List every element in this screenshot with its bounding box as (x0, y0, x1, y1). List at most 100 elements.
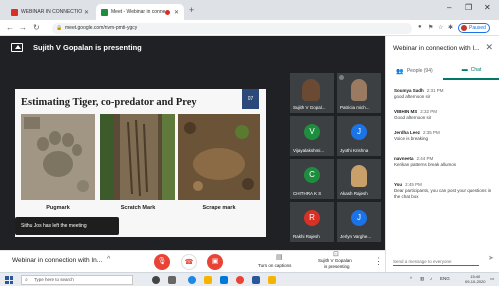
forward-icon[interactable]: → (19, 23, 27, 32)
participant-tile[interactable]: C CHITHRA K S (290, 159, 334, 199)
chrome-icon[interactable] (236, 276, 244, 284)
chevron-up-icon[interactable]: ^ (107, 256, 110, 263)
windows-taskbar: ⌕ Type here to search ^ ▥ ♪ ENG 15:40 09… (0, 272, 499, 286)
address-bar-row: ← → ↻ 🔒 meet.google.com/nvm-pmti-ygcy ● … (0, 20, 499, 36)
volume-icon[interactable]: ♪ (430, 276, 432, 281)
taskbar-search-input[interactable]: ⌕ Type here to search (21, 275, 133, 285)
meeting-stage: Sujith V Gopalan is presenting Estimatin… (0, 36, 385, 250)
presenting-label-line1[interactable]: Sujith V Gopalan (318, 258, 352, 263)
presenting-label-line2[interactable]: is presenting (324, 264, 350, 269)
close-icon[interactable]: ✕ (84, 9, 89, 16)
reload-icon[interactable]: ↻ (33, 23, 40, 32)
captions-button[interactable]: Turn on captions (258, 263, 291, 268)
send-icon[interactable]: ➤ (488, 254, 494, 262)
folder-icon[interactable] (268, 276, 276, 284)
url-text: meet.google.com/nvm-pmti-ygcy (65, 25, 138, 31)
browser-tab-bar: WEBINAR IN CONNECTION WIT ✕ Meet - Webin… (0, 0, 499, 20)
chat-message: Soumya Sadh 2:31 PM good afternoon sir (394, 88, 498, 100)
leave-call-button[interactable]: ☎ (181, 254, 197, 270)
store-icon[interactable] (220, 276, 228, 284)
tab-label: Meet - Webinar in connecti (111, 9, 165, 15)
participant-avatar: J (351, 210, 367, 226)
taskbar-clock[interactable]: 15:40 09-10-2020 (465, 274, 485, 284)
participant-tile[interactable]: Akash Rajesh (337, 159, 381, 199)
participant-name: Akash Rajesh (340, 191, 368, 196)
phone-hangup-icon: ☎ (184, 259, 194, 266)
camera-toggle-button[interactable]: ▣ (207, 254, 223, 270)
message-sender: navneeta (394, 156, 414, 161)
translate-icon[interactable]: ⚑ (428, 24, 433, 31)
caption-pugmark: Pugmark (46, 205, 70, 211)
chat-message: navneeta 2:44 PM Kerikan patterns break a… (394, 156, 498, 168)
participant-name: Jerlyn Varghe... (340, 234, 372, 239)
tab-chat-label: Chat (470, 67, 482, 73)
meeting-title[interactable]: Webinar in connection with In... (12, 257, 102, 264)
language-indicator[interactable]: ENG (440, 276, 450, 281)
restore-button[interactable]: ❐ (465, 3, 472, 12)
message-time: 2:44 PM (416, 156, 434, 161)
screen: WEBINAR IN CONNECTION WIT ✕ Meet - Webin… (0, 0, 499, 286)
edge-icon[interactable] (188, 276, 196, 284)
clock-date: 09-10-2020 (465, 279, 486, 284)
presenting-text: Sujith V Gopalan is presenting (33, 42, 142, 52)
back-icon[interactable]: ← (6, 23, 14, 32)
participant-video (351, 165, 367, 187)
extensions-icon[interactable]: ✱ (448, 24, 453, 31)
message-sender: You (394, 182, 403, 187)
window-close-button[interactable]: ✕ (484, 3, 491, 12)
caption-scratch-mark: Scratch Mark (120, 205, 156, 211)
message-time: 2:32 PM (420, 109, 438, 114)
tab-chat[interactable]: ▬ Chat (443, 62, 499, 80)
url-field[interactable]: 🔒 meet.google.com/nvm-pmti-ygcy (52, 23, 412, 34)
message-time: 2:35 PM (423, 130, 440, 135)
search-icon: ⌕ (25, 277, 28, 283)
close-icon[interactable]: ✕ (174, 9, 179, 16)
lock-icon: 🔒 (56, 25, 63, 31)
chat-panel: Webinar in connection with I... ✕ 👥 Peop… (385, 36, 499, 272)
network-icon[interactable]: ▥ (420, 276, 424, 282)
message-time: 2:31 PM (426, 88, 444, 93)
file-explorer-icon[interactable] (204, 276, 212, 284)
mic-off-icon: 🎙 (157, 258, 167, 265)
close-icon[interactable]: ✕ (485, 42, 493, 53)
camera-icon[interactable]: ● (418, 24, 422, 30)
tray-arrow-icon[interactable]: ^ (410, 276, 412, 281)
cortana-icon[interactable] (152, 276, 160, 284)
more-options-icon[interactable]: ⋮ (374, 256, 383, 267)
scrape-mark-photo (178, 114, 260, 200)
participant-tile[interactable]: Sujith V Gopal... (290, 73, 334, 113)
gmail-icon (11, 8, 18, 16)
tab-meet[interactable]: Meet - Webinar in connecti ✕ (96, 4, 184, 20)
participant-avatar: J (351, 124, 367, 140)
tab-people[interactable]: 👥 People (94) (386, 62, 443, 80)
chat-message: VIBHIN MS 2:32 PM Good afternoon sir (394, 109, 498, 121)
tab-webinar-doc[interactable]: WEBINAR IN CONNECTION WIT ✕ (6, 4, 94, 20)
message-sender: Jerdha Leez (394, 130, 421, 135)
participant-avatar: R (304, 210, 320, 226)
windows-start-icon[interactable] (5, 276, 13, 284)
notifications-icon[interactable]: ▭ (490, 276, 494, 282)
word-icon[interactable] (252, 276, 260, 284)
participant-tile[interactable]: R Rakhi Rajesh (290, 202, 334, 242)
participant-tile[interactable]: J Jerlyn Varghe... (337, 202, 381, 242)
participant-tile[interactable]: Patricia mich... (337, 73, 381, 113)
new-tab-button[interactable]: + (189, 5, 194, 15)
message-text: Good afternoon sir (394, 115, 432, 120)
captions-icon[interactable]: ▤ (276, 253, 283, 261)
present-icon[interactable]: ⊡ (333, 250, 339, 258)
profile-paused-button[interactable]: Paused (458, 23, 490, 33)
caption-scrape-mark: Scrape mark (202, 205, 236, 211)
meet-icon (101, 8, 108, 16)
participant-avatar: V (304, 124, 320, 140)
message-sender: Soumya Sadh (394, 88, 424, 93)
taskbar-search-placeholder: Type here to search (34, 277, 74, 282)
task-view-icon[interactable] (168, 276, 176, 284)
chat-message: Jerdha Leez 2:35 PM Voice is breaking (394, 130, 498, 142)
participant-tile[interactable]: J Jyothi Krishna (337, 116, 381, 156)
star-icon[interactable]: ☆ (438, 24, 443, 31)
mic-toggle-button[interactable]: 🎙 (154, 254, 170, 270)
chat-input[interactable] (393, 259, 479, 266)
minimize-button[interactable]: – (447, 3, 451, 12)
pugmark-photo (21, 114, 95, 200)
participant-tile[interactable]: V Vijayalakshmi... (290, 116, 334, 156)
